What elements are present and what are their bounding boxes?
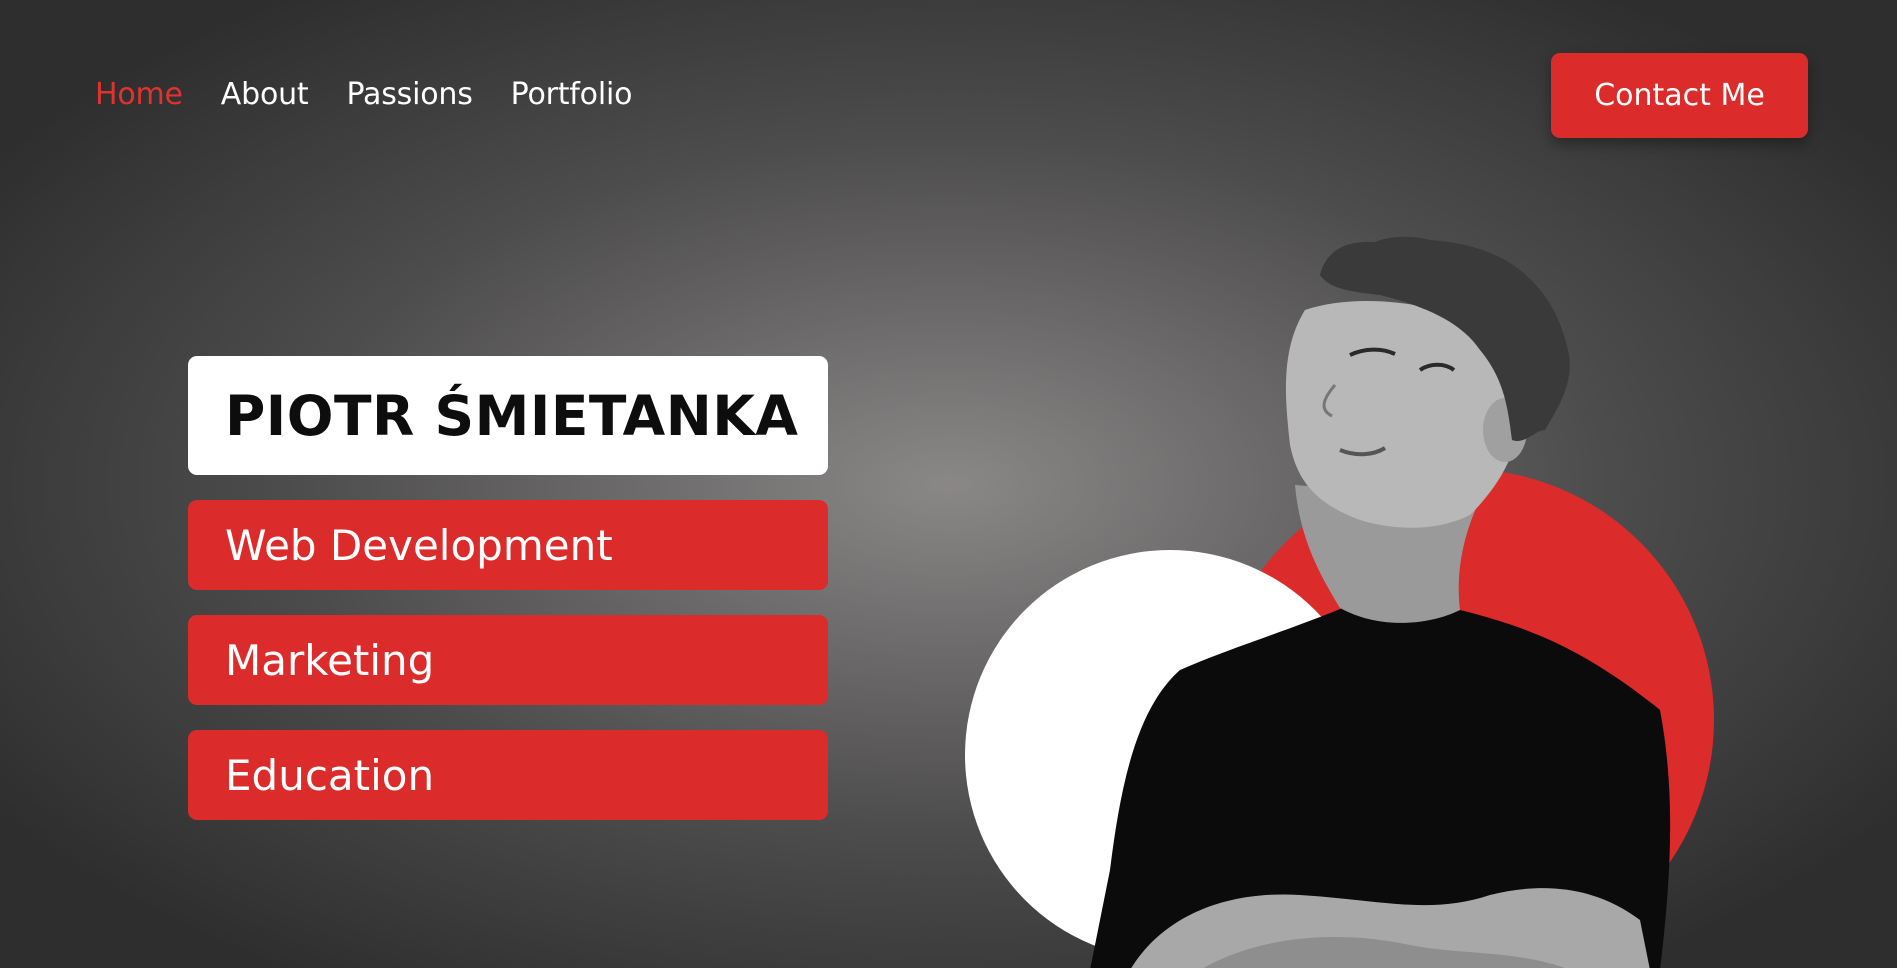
main-nav: Home About Passions Portfolio [95,74,632,116]
hero-name: PIOTR ŚMIETANKA [225,383,799,448]
name-card: PIOTR ŚMIETANKA [188,356,828,475]
hero-graphic [960,230,1720,968]
tag-education: Education [188,730,828,820]
portrait-photo [965,236,1714,968]
nav-portfolio-link[interactable]: Portfolio [511,74,633,116]
nav-home-link[interactable]: Home [95,74,183,116]
nav-about-link[interactable]: About [221,74,309,116]
nav-passions-link[interactable]: Passions [347,74,473,116]
tag-web-development: Web Development [188,500,828,590]
contact-me-button[interactable]: Contact Me [1551,53,1808,138]
tag-marketing: Marketing [188,615,828,705]
